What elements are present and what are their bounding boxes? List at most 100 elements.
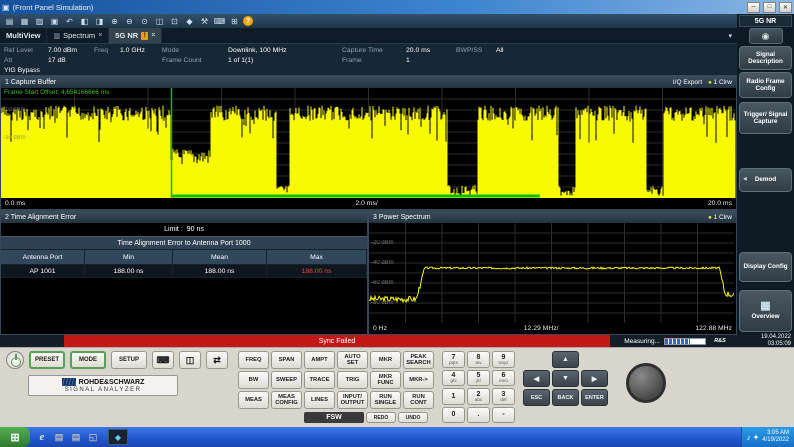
key-mkr[interactable]: MKR-> [403, 371, 434, 389]
zoom-in-icon[interactable]: ⊕ [108, 16, 121, 27]
softkey-demod[interactable]: ◄Demod [739, 168, 792, 192]
key-input-output[interactable]: INPUT/ OUTPUT [337, 391, 368, 409]
arrow-up-key[interactable]: ▲ [552, 351, 579, 368]
arrow-right-key[interactable]: ▶ [581, 370, 608, 387]
zoom-reset-icon[interactable]: ⊙ [138, 16, 151, 27]
camera-button[interactable]: ◉ [749, 28, 783, 44]
folder-icon[interactable]: ▤ [52, 430, 66, 444]
key-8[interactable]: 8tuv [467, 351, 490, 368]
fsw-app-button[interactable]: ◆ [108, 429, 128, 445]
key-ampt[interactable]: AMPT [304, 351, 335, 369]
tools-icon[interactable]: ⚒ [198, 16, 211, 27]
iq-export-button[interactable]: I/Q Export [673, 79, 702, 86]
tab-5gnr[interactable]: 5G NR ! × [109, 28, 162, 43]
mode-key[interactable]: MODE [70, 351, 106, 369]
zoom-out-icon[interactable]: ⊖ [123, 16, 136, 27]
keyboard-key[interactable]: ⌨ [152, 351, 174, 369]
key-bw[interactable]: BW [238, 371, 269, 389]
softkey-trigger-signal-capture[interactable]: Trigger/ Signal Capture [739, 102, 792, 134]
key-trace[interactable]: TRACE [304, 371, 335, 389]
preset-key[interactable]: PRESET [29, 351, 65, 369]
key-trig[interactable]: TRIG [337, 371, 368, 389]
window-key[interactable]: ⇄ [206, 351, 228, 369]
chevron-down-icon[interactable]: ▾ [723, 28, 737, 43]
softkey-display-config[interactable]: Display Config [739, 252, 792, 282]
bwp-value[interactable]: All [496, 47, 733, 54]
att-value[interactable]: 17 dB [48, 57, 94, 64]
desktop-icon[interactable]: ◱ [86, 430, 100, 444]
frame-count-value[interactable]: 1 of 1(1) [228, 57, 342, 64]
arrow-down-key[interactable]: ▼ [552, 370, 579, 387]
frame-value[interactable]: 1 [406, 57, 456, 64]
esc-key[interactable]: ESC [523, 389, 550, 406]
start-button[interactable]: ⊞ [0, 427, 30, 447]
ref-level-value[interactable]: 7.00 dBm [48, 47, 94, 54]
mode-value[interactable]: Downlink, 100 MHz [228, 47, 342, 54]
enter-key[interactable]: ENTER [581, 389, 608, 406]
tab-multiview[interactable]: MultiView [0, 28, 47, 43]
close-button[interactable]: ✕ [779, 2, 792, 13]
key-6[interactable]: 6mno [492, 370, 515, 387]
key-9[interactable]: 9wxyz [492, 351, 515, 368]
key-1[interactable]: 1 [442, 388, 465, 405]
arrow-left-key[interactable]: ◀ [523, 370, 550, 387]
trace-indicator[interactable]: ● 1 Clrw [708, 79, 732, 86]
screenshot-icon[interactable]: ◧ [78, 16, 91, 27]
undo-key[interactable]: UNDO [398, 412, 428, 423]
key-mkr[interactable]: MKR [370, 351, 401, 369]
marker-icon[interactable]: ◆ [183, 16, 196, 27]
key-3[interactable]: 3def [492, 388, 515, 405]
close-tab-icon[interactable]: × [151, 32, 155, 39]
power-spectrum-plot-area[interactable]: -20 dBm-40 dBm-60 dBm-80 dBm [369, 223, 736, 323]
softkey-signal-description[interactable]: Signal Description [739, 46, 792, 70]
power-button[interactable] [6, 351, 24, 369]
setup-key[interactable]: SETUP [111, 351, 147, 369]
key-4[interactable]: 4ghi [442, 370, 465, 387]
rotary-knob[interactable] [626, 363, 666, 403]
key-run-cont[interactable]: RUN CONT [403, 391, 434, 409]
display-icon[interactable]: ◨ [93, 16, 106, 27]
key-lines[interactable]: LINES [304, 391, 335, 409]
key-sweep[interactable]: SWEEP [271, 371, 302, 389]
softkey-radio-frame-config[interactable]: Radio Frame Config [739, 72, 792, 98]
tab-spectrum[interactable]: ▥ Spectrum × [47, 28, 109, 43]
print-icon[interactable]: ▦ [18, 16, 31, 27]
undo-icon[interactable]: ↶ [63, 16, 76, 27]
maximize-button[interactable]: □ [763, 2, 776, 13]
split-screen-icon[interactable]: ◫ [153, 16, 166, 27]
windows-icon[interactable]: ⊞ [228, 16, 241, 27]
key-dot[interactable]: . [467, 407, 490, 424]
capture-time-value[interactable]: 20.0 ms [406, 47, 456, 54]
minimize-button[interactable]: ─ [747, 2, 760, 13]
key-meas[interactable]: MEAS [238, 391, 269, 409]
key-7[interactable]: 7pqrs [442, 351, 465, 368]
save-icon[interactable]: ▣ [48, 16, 61, 27]
key-span[interactable]: SPAN [271, 351, 302, 369]
status-bar: Sync Failed Measuring... R&S 19.04.2022 … [0, 335, 794, 347]
help-icon[interactable]: ? [243, 16, 253, 26]
key-5[interactable]: 5jkl [467, 370, 490, 387]
key-freq[interactable]: FREQ [238, 351, 269, 369]
folder2-icon[interactable]: ▤ [69, 430, 83, 444]
back-key[interactable]: BACK [552, 389, 579, 406]
freq-value[interactable]: 1.0 GHz [120, 47, 162, 54]
internet-explorer-icon[interactable]: e [35, 430, 49, 444]
key-mkr-func[interactable]: MKR FUNC [370, 371, 401, 389]
key-run-single[interactable]: RUN SINGLE [370, 391, 401, 409]
close-tab-icon[interactable]: × [98, 32, 102, 39]
key-meas-config[interactable]: MEAS CONFIG [271, 391, 302, 409]
capture-buffer-plot-area[interactable]: Frame Start Offset: 4.654166666 ms -10 d… [1, 88, 736, 198]
softkey-overview[interactable]: ▦Overview [739, 290, 792, 332]
open-icon[interactable]: ▨ [33, 16, 46, 27]
key-0[interactable]: 0 [442, 407, 465, 424]
new-icon[interactable]: ▤ [3, 16, 16, 27]
key-peak-search[interactable]: PEAK SEARCH [403, 351, 434, 369]
key-auto-set[interactable]: AUTO SET [337, 351, 368, 369]
display-key[interactable]: ◫ [179, 351, 201, 369]
redo-key[interactable]: REDO [366, 412, 396, 423]
key-minus[interactable]: - [492, 407, 515, 424]
screen-capture-icon[interactable]: ⊡ [168, 16, 181, 27]
keyboard-icon[interactable]: ⌨ [213, 16, 226, 27]
trace-indicator[interactable]: ● 1 Clrw [708, 214, 732, 221]
key-2[interactable]: 2abc [467, 388, 490, 405]
